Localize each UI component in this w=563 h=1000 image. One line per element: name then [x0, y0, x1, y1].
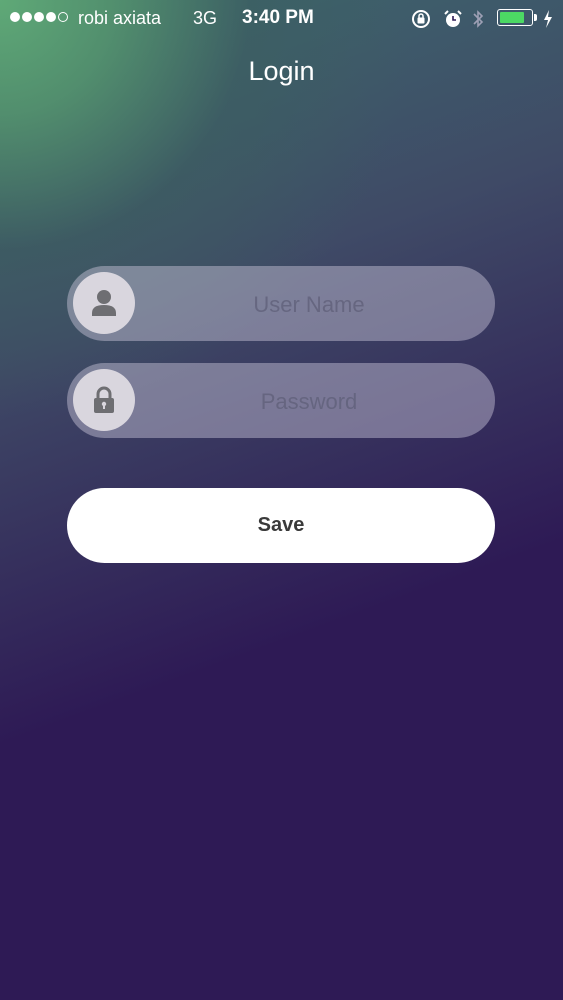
status-bar: robi axiata 3G 3:40 PM — [0, 0, 563, 38]
lock-icon-circle — [73, 369, 135, 431]
alarm-icon — [444, 10, 462, 27]
network-type: 3G — [193, 8, 218, 28]
save-button[interactable]: Save — [67, 488, 495, 563]
user-icon-circle — [73, 272, 135, 334]
username-input[interactable] — [147, 266, 471, 343]
carrier-name: robi axiata — [78, 8, 162, 28]
battery-tip — [534, 14, 537, 21]
password-input[interactable] — [147, 363, 471, 440]
bluetooth-icon — [473, 10, 484, 28]
user-icon — [92, 290, 116, 316]
battery-icon — [497, 9, 533, 26]
page-title: Login — [248, 56, 315, 86]
rotation-lock-icon — [412, 10, 430, 28]
status-time: 3:40 PM — [242, 7, 314, 28]
username-field[interactable] — [67, 266, 495, 343]
password-field[interactable] — [67, 363, 495, 440]
signal-strength-icon — [10, 12, 68, 22]
lock-icon — [94, 386, 114, 413]
charging-icon — [544, 10, 552, 28]
